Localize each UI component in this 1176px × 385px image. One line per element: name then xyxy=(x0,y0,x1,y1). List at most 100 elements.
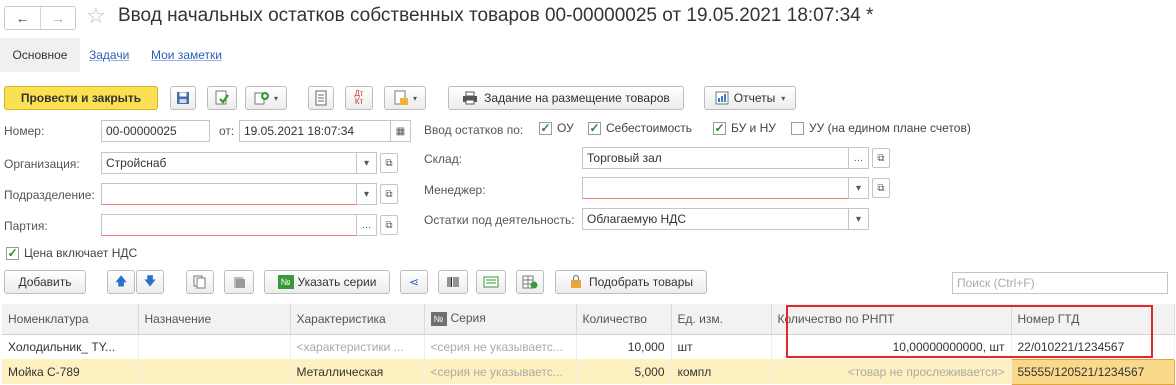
pick-goods-button[interactable]: Подобрать товары xyxy=(555,270,707,294)
add-row-button[interactable]: Добавить xyxy=(4,270,86,294)
fill-button[interactable] xyxy=(516,270,544,294)
column-header-series[interactable]: № Серия xyxy=(424,304,577,335)
cost-label: Себестоимость xyxy=(606,121,693,135)
barcode-icon xyxy=(447,277,459,287)
number-field[interactable]: 00-00000025 xyxy=(101,120,210,142)
column-header-gtd-number[interactable]: Номер ГТД xyxy=(1011,304,1175,335)
placement-task-button[interactable]: Задание на размещение товаров xyxy=(448,86,684,110)
specify-series-button[interactable]: № Указать серии xyxy=(264,270,390,294)
column-header-nomenclature[interactable]: Номенклатура xyxy=(2,304,139,335)
organization-field[interactable]: Стройснаб xyxy=(101,152,357,174)
paste-row-button[interactable] xyxy=(224,270,254,294)
search-input[interactable]: Поиск (Ctrl+F) xyxy=(952,272,1168,294)
cell-unit[interactable]: шт xyxy=(671,334,772,359)
cell-characteristic[interactable]: <характеристики ... xyxy=(290,334,425,359)
data-collection-terminal-button[interactable] xyxy=(476,270,506,294)
tab-tasks[interactable]: Задачи xyxy=(89,48,129,62)
create-based-on-icon xyxy=(254,92,269,105)
copy-row-button[interactable] xyxy=(186,270,214,294)
column-header-unit[interactable]: Ед. изм. xyxy=(671,304,772,335)
checkbox-checked-icon: ✓ xyxy=(713,121,726,135)
bu-nu-checkbox[interactable]: ✓ БУ и НУ xyxy=(713,121,776,135)
cell-quantity[interactable]: 5,000 xyxy=(576,359,672,384)
department-field[interactable] xyxy=(101,183,357,205)
cell-rnpt-quantity[interactable]: 10,00000000000, шт xyxy=(771,334,1012,359)
move-down-button[interactable]: 🡇 xyxy=(136,270,164,294)
department-dropdown-button[interactable]: ▾ xyxy=(357,183,377,205)
document-list-icon xyxy=(315,90,327,106)
warehouse-field[interactable]: Торговый зал xyxy=(582,147,849,169)
column-header-rnpt-quantity[interactable]: Количество по РНПТ xyxy=(771,304,1012,335)
batch-select-button[interactable]: … xyxy=(357,214,377,236)
document-list-button[interactable] xyxy=(308,86,334,110)
organization-dropdown-button[interactable]: ▾ xyxy=(357,152,377,174)
cell-purpose[interactable] xyxy=(138,334,291,359)
manager-dropdown-button[interactable]: ▾ xyxy=(849,177,869,199)
cell-characteristic[interactable]: Металлическая xyxy=(290,359,425,384)
column-header-quantity[interactable]: Количество xyxy=(576,304,672,335)
post-button[interactable] xyxy=(207,86,237,110)
cell-unit[interactable]: компл xyxy=(671,359,772,384)
navigation-buttons: ← → xyxy=(4,6,76,30)
split-icon: ⋖ xyxy=(408,275,420,289)
cost-checkbox[interactable]: ✓ Себестоимость xyxy=(588,121,692,135)
date-label: от: xyxy=(219,124,235,138)
activity-dropdown-button[interactable]: ▾ xyxy=(849,208,869,230)
cell-series[interactable]: <серия не указываетс... xyxy=(424,334,577,359)
cell-rnpt-quantity[interactable]: <товар не прослеживается> xyxy=(771,359,1012,384)
open-icon: ⧉ xyxy=(877,182,885,194)
tab-my-notes[interactable]: Мои заметки xyxy=(151,48,222,62)
reports-label: Отчеты xyxy=(733,91,776,105)
date-field[interactable]: 19.05.2021 18:07:34 xyxy=(239,120,391,142)
uu-checkbox[interactable]: УУ (на едином плане счетов) xyxy=(791,121,971,135)
placement-task-label: Задание на размещение товаров xyxy=(484,91,670,105)
cell-gtd-number[interactable]: 55555/120521/1234567 xyxy=(1010,358,1175,385)
forward-button[interactable]: → xyxy=(39,7,75,29)
warehouse-open-button[interactable]: ⧉ xyxy=(872,148,890,168)
create-based-on-button[interactable]: ▾ xyxy=(245,86,287,110)
batch-field[interactable] xyxy=(101,214,357,236)
table-row[interactable]: Мойка С-789 Металлическая <серия не указ… xyxy=(2,358,1175,385)
calendar-button[interactable]: ▦ xyxy=(391,120,411,142)
print-menu-button[interactable]: ▾ xyxy=(384,86,426,110)
batch-open-button[interactable]: ⧉ xyxy=(380,215,398,235)
ou-checkbox[interactable]: ✓ ОУ xyxy=(539,121,574,135)
favorite-star-icon[interactable]: ☆ xyxy=(86,3,106,29)
organization-open-button[interactable]: ⧉ xyxy=(380,153,398,173)
goods-table: Номенклатура Назначение Характеристика №… xyxy=(2,304,1175,385)
chevron-down-icon: ▾ xyxy=(855,182,862,194)
back-button[interactable]: ← xyxy=(5,7,40,29)
cell-series[interactable]: <серия не указываетс... xyxy=(424,359,577,384)
department-open-button[interactable]: ⧉ xyxy=(380,184,398,204)
activity-label: Остатки под деятельность: xyxy=(424,213,575,227)
cell-purpose[interactable] xyxy=(138,359,291,384)
balance-input-label: Ввод остатков по: xyxy=(424,123,524,137)
manager-open-button[interactable]: ⧉ xyxy=(872,178,890,198)
specify-series-label: Указать серии xyxy=(297,275,377,289)
split-row-button[interactable]: ⋖ xyxy=(400,270,428,294)
save-button[interactable] xyxy=(170,86,196,110)
cell-nomenclature[interactable]: Мойка С-789 xyxy=(2,359,139,384)
barcode-button[interactable] xyxy=(438,270,468,294)
manager-field[interactable] xyxy=(582,177,849,199)
chevron-down-icon: ▾ xyxy=(781,93,786,103)
arrow-down-icon: 🡇 xyxy=(143,273,157,288)
reports-button[interactable]: Отчеты ▾ xyxy=(704,86,796,110)
shopping-bag-icon xyxy=(571,275,581,288)
price-includes-vat-checkbox[interactable]: ✓ Цена включает НДС xyxy=(6,246,137,260)
cell-nomenclature[interactable]: Холодильник_ TY... xyxy=(2,334,139,359)
table-row[interactable]: Холодильник_ TY... <характеристики ... <… xyxy=(2,334,1175,359)
tab-main[interactable]: Основное xyxy=(0,38,80,72)
warehouse-select-button[interactable]: … xyxy=(849,147,869,169)
column-header-purpose[interactable]: Назначение xyxy=(138,304,291,335)
cell-quantity[interactable]: 10,000 xyxy=(576,334,672,359)
move-up-button[interactable]: 🡅 xyxy=(107,270,135,294)
cell-gtd-number[interactable]: 22/010221/1234567 xyxy=(1011,334,1175,359)
chevron-down-icon: ▾ xyxy=(273,93,278,103)
column-header-characteristic[interactable]: Характеристика xyxy=(290,304,425,335)
back-arrow-icon: ← xyxy=(15,10,30,26)
activity-field[interactable]: Облагаемую НДС xyxy=(582,208,849,230)
post-and-close-button[interactable]: Провести и закрыть xyxy=(4,86,158,110)
dt-kt-button[interactable]: Дт Кт xyxy=(345,86,373,110)
checkbox-checked-icon: ✓ xyxy=(588,121,601,135)
